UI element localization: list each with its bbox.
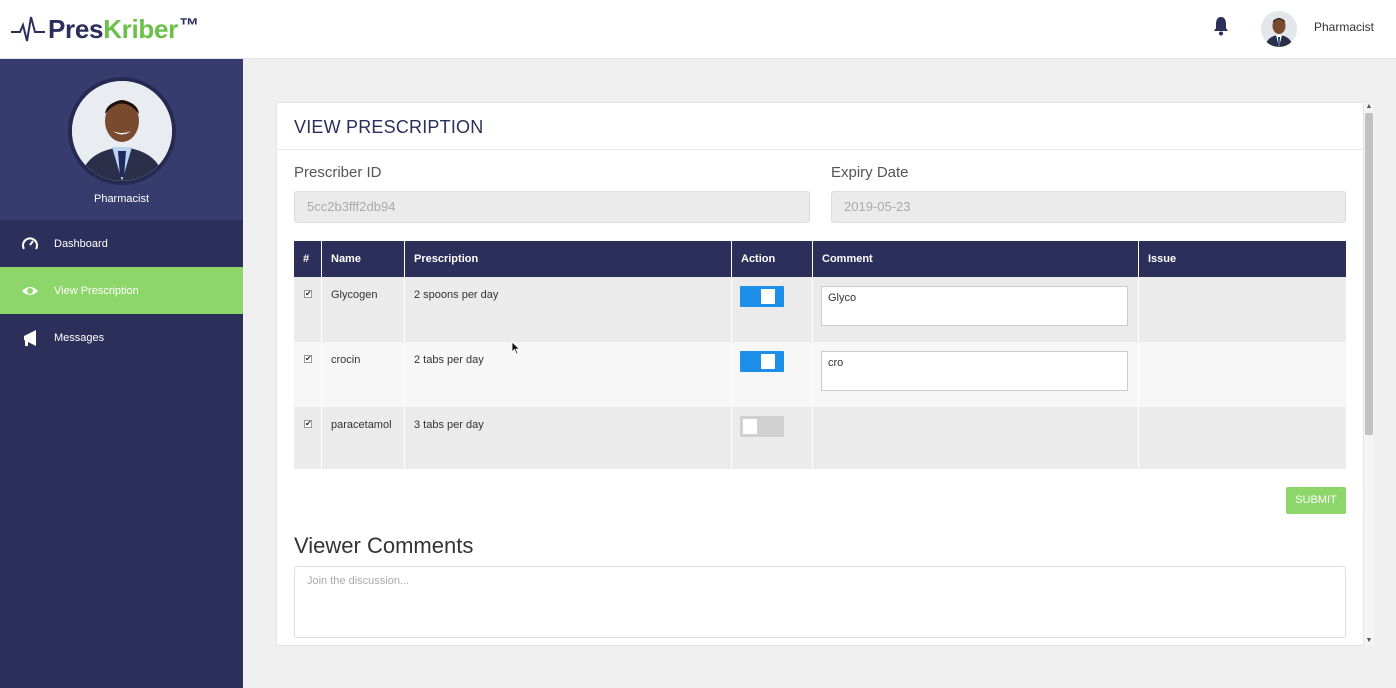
heartbeat-icon [11, 16, 45, 42]
action-toggle[interactable] [740, 286, 784, 307]
row-comment-cell: cro [813, 342, 1139, 407]
row-comment-cell: Glyco [813, 277, 1139, 342]
viewer-comments-title: Viewer Comments [294, 533, 474, 558]
sidebar-item-label: Messages [54, 332, 105, 344]
user-role-label[interactable]: Pharmacist [1314, 20, 1374, 34]
title-divider [277, 149, 1363, 150]
row-checkbox[interactable]: ✔ [304, 420, 312, 428]
row-prescription: 2 spoons per day [405, 277, 732, 342]
action-toggle[interactable] [740, 351, 784, 372]
col-header-index: # [294, 241, 322, 277]
row-issue [1139, 342, 1346, 407]
top-bar: PresKriber™ Pharmacist [0, 0, 1396, 59]
logo-text: PresKriber™ [48, 13, 199, 44]
scroll-down-arrow-icon[interactable]: ▼ [1365, 637, 1373, 645]
megaphone-icon [24, 330, 36, 346]
row-action-cell [732, 277, 813, 342]
prescriber-id-field[interactable]: 5cc2b3fff2db94 [294, 191, 810, 223]
prescriber-id-label: Prescriber ID [294, 164, 382, 181]
row-comment-cell [813, 407, 1139, 469]
col-header-action: Action [732, 241, 813, 277]
speedometer-icon [22, 237, 38, 250]
sidebar-nav: Dashboard View Prescription Messages [0, 220, 243, 361]
col-header-prescription: Prescription [405, 241, 732, 277]
table-row: ✔ Glycogen 2 spoons per day Glyco [294, 277, 1346, 342]
expiry-date-field[interactable]: 2019-05-23 [831, 191, 1346, 223]
sidebar: Pharmacist Dashboard View Prescription M… [0, 59, 243, 688]
row-action-cell [732, 407, 813, 469]
row-action-cell [732, 342, 813, 407]
row-checkbox[interactable]: ✔ [304, 290, 312, 298]
sidebar-profile: Pharmacist [0, 59, 243, 220]
row-name: Glycogen [322, 277, 405, 342]
app-logo[interactable]: PresKriber™ [10, 11, 199, 47]
comment-input[interactable]: cro [821, 351, 1128, 391]
sidebar-item-label: Dashboard [54, 238, 108, 250]
row-issue [1139, 277, 1346, 342]
panel-scrollbar[interactable]: ▲ ▼ [1364, 103, 1374, 646]
row-issue [1139, 407, 1346, 469]
profile-avatar [68, 77, 176, 185]
profile-name: Pharmacist [93, 193, 150, 205]
page-title: VIEW PRESCRIPTION [294, 117, 484, 137]
table-header: # Name Prescription Action Comment Issue [294, 241, 1346, 277]
row-prescription: 3 tabs per day [405, 407, 732, 469]
row-select-cell: ✔ [294, 342, 322, 407]
col-header-name: Name [322, 241, 405, 277]
row-select-cell: ✔ [294, 407, 322, 469]
sidebar-item-messages[interactable]: Messages [0, 314, 243, 361]
scroll-up-arrow-icon[interactable]: ▲ [1365, 103, 1373, 111]
col-header-comment: Comment [813, 241, 1139, 277]
eye-icon [22, 287, 38, 295]
expiry-date-label: Expiry Date [831, 164, 909, 181]
row-prescription: 2 tabs per day [405, 342, 732, 407]
row-name: paracetamol [322, 407, 405, 469]
sidebar-item-view-prescription[interactable]: View Prescription [0, 267, 243, 314]
view-prescription-panel: VIEW PRESCRIPTION Prescriber ID 5cc2b3ff… [276, 102, 1364, 646]
table-row: ✔ crocin 2 tabs per day cro [294, 342, 1346, 407]
row-checkbox[interactable]: ✔ [304, 355, 312, 363]
mouse-cursor-icon [511, 341, 521, 355]
sidebar-item-label: View Prescription [54, 285, 139, 297]
user-avatar[interactable] [1261, 11, 1297, 47]
row-select-cell: ✔ [294, 277, 322, 342]
action-toggle[interactable] [740, 416, 784, 437]
prescription-table: # Name Prescription Action Comment Issue… [294, 241, 1346, 469]
scroll-thumb[interactable] [1365, 113, 1373, 435]
submit-button[interactable]: SUBMIT [1286, 487, 1346, 514]
bell-icon[interactable] [1212, 16, 1230, 36]
toggle-knob [743, 419, 757, 434]
viewer-comments-input[interactable]: Join the discussion... [294, 566, 1346, 638]
toggle-knob [761, 289, 775, 304]
sidebar-item-dashboard[interactable]: Dashboard [0, 220, 243, 267]
col-header-issue: Issue [1148, 253, 1177, 265]
toggle-knob [761, 354, 775, 369]
comment-input[interactable]: Glyco [821, 286, 1128, 326]
row-name: crocin [322, 342, 405, 407]
table-row: ✔ paracetamol 3 tabs per day [294, 407, 1346, 469]
